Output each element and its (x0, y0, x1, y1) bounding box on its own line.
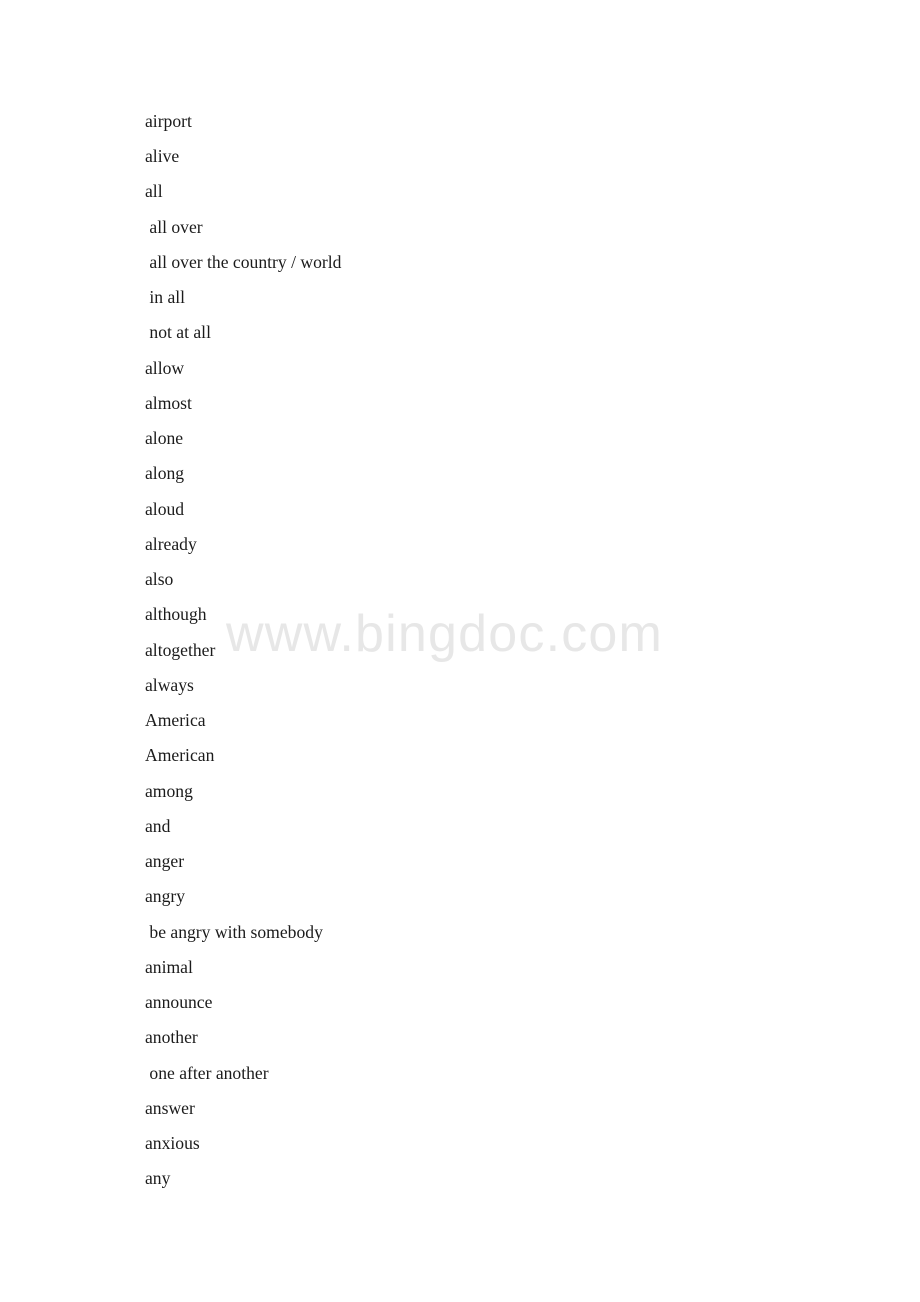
vocabulary-word-item: anxious (145, 1133, 200, 1153)
vocabulary-phrase-item: all over the country / world (145, 252, 342, 272)
vocabulary-word-item: already (145, 534, 197, 554)
vocabulary-word-item: another (145, 1027, 198, 1047)
vocabulary-phrase-item: in all (145, 287, 186, 307)
watermark-text: www.bingdoc.com (226, 605, 664, 663)
vocabulary-word-item: alone (145, 428, 184, 448)
vocabulary-word-item: and (145, 816, 171, 836)
vocabulary-word-item: airport (145, 111, 192, 131)
vocabulary-word-item: any (145, 1168, 171, 1188)
vocabulary-word-item: America (145, 710, 206, 730)
vocabulary-word-item: allow (145, 358, 185, 378)
vocabulary-word-item: among (145, 781, 193, 801)
vocabulary-word-item: aloud (145, 499, 185, 519)
vocabulary-word-item: announce (145, 992, 213, 1012)
vocabulary-word-item: answer (145, 1098, 195, 1118)
document-page: www.bingdoc.com airport alive all all over… (0, 0, 920, 1302)
vocabulary-phrase-item: be angry with somebody (145, 922, 323, 942)
vocabulary-word-item: although (145, 604, 207, 624)
vocabulary-word-item: always (145, 675, 194, 695)
vocabulary-word-item: animal (145, 957, 193, 977)
vocabulary-word-item: angry (145, 886, 186, 906)
vocabulary-phrase-item: one after another (145, 1063, 269, 1083)
vocabulary-word-item: also (145, 569, 174, 589)
vocabulary-word-item: anger (145, 851, 185, 871)
vocabulary-word-item: alive (145, 146, 180, 166)
vocabulary-word-item: almost (145, 393, 192, 413)
vocabulary-phrase-item: not at all (145, 322, 211, 342)
vocabulary-word-item: along (145, 463, 185, 483)
vocabulary-phrase-item: all over (145, 217, 203, 237)
vocabulary-word-item: all (145, 181, 163, 201)
vocabulary-word-item: altogether (145, 640, 216, 660)
vocabulary-word-item: American (145, 745, 215, 765)
